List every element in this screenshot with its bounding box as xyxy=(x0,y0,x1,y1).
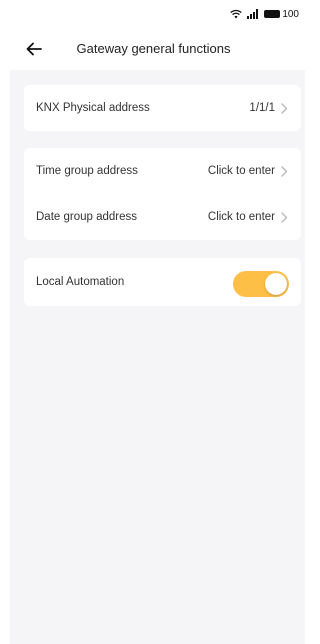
signal-icon xyxy=(247,9,259,19)
battery-level: 100 xyxy=(282,8,299,20)
time-group-address-row[interactable]: Time group address Click to enter xyxy=(24,148,301,194)
time-group-address-value: Click to enter xyxy=(207,165,275,177)
nav-bar: Gateway general functions xyxy=(0,28,307,70)
knx-physical-address-label: KNX Physical address xyxy=(36,102,150,114)
wifi-icon xyxy=(230,9,242,19)
chevron-right-icon xyxy=(281,165,289,177)
date-group-address-value: Click to enter xyxy=(207,211,275,223)
local-automation-card: Local Automation xyxy=(24,258,301,306)
date-group-address-label: Date group address xyxy=(36,211,138,223)
knx-physical-address-value: 1/1/1 xyxy=(249,102,275,114)
time-group-address-label: Time group address xyxy=(36,165,138,177)
local-automation-toggle[interactable] xyxy=(233,271,289,297)
knx-physical-address-row[interactable]: KNX Physical address 1/1/1 xyxy=(24,85,301,131)
date-group-address-row[interactable]: Date group address Click to enter xyxy=(24,194,301,240)
chevron-right-icon xyxy=(281,102,289,114)
status-bar: 100 xyxy=(0,0,307,28)
physical-address-card: KNX Physical address 1/1/1 xyxy=(24,85,301,131)
group-address-card: Time group address Click to enter Date g… xyxy=(24,148,301,240)
chevron-right-icon xyxy=(281,211,289,223)
battery-indicator: 100 xyxy=(264,9,299,20)
page-title: Gateway general functions xyxy=(76,41,231,56)
battery-icon xyxy=(264,10,281,18)
settings-content: KNX Physical address 1/1/1 Time group ad… xyxy=(10,70,305,644)
toggle-knob xyxy=(265,273,287,295)
